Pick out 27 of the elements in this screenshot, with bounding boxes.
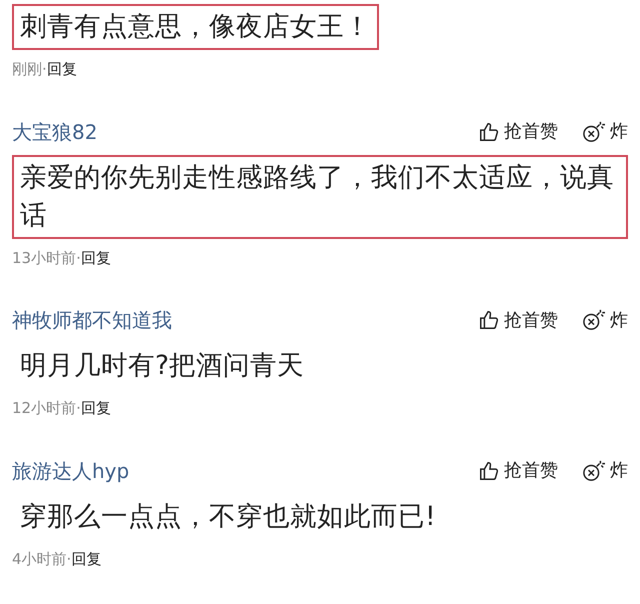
thumbs-up-icon	[478, 309, 500, 331]
thumbs-up-icon	[478, 120, 500, 142]
bomb-icon	[582, 460, 606, 482]
comment-time: 13小时前·	[12, 248, 81, 268]
bomb-icon	[582, 309, 606, 331]
like-button[interactable]: 抢首赞	[478, 457, 558, 484]
reply-link[interactable]: 回复	[80, 246, 111, 269]
thumbs-up-icon	[478, 460, 500, 482]
like-button[interactable]: 抢首赞	[478, 118, 558, 145]
bomb-button[interactable]: 炸	[582, 306, 628, 334]
comment-text: 刺青有点意思，像夜店女王！	[12, 4, 379, 50]
comment-text: 亲爱的你先别走性感路线了，我们不太适应，说真话	[12, 154, 628, 238]
comment-time: 刚刚·	[12, 59, 47, 80]
username[interactable]: 旅游达人hyp	[12, 456, 130, 486]
username[interactable]: 神牧师都不知道我	[12, 305, 172, 335]
like-button[interactable]: 抢首赞	[478, 306, 558, 334]
reply-link[interactable]: 回复	[46, 58, 77, 80]
reply-link[interactable]: 回复	[71, 548, 102, 570]
bomb-icon	[582, 120, 606, 142]
bomb-button[interactable]: 炸	[582, 118, 628, 145]
comment-time: 12小时前·	[12, 398, 81, 419]
bomb-button[interactable]: 炸	[582, 457, 628, 484]
comment-text: 穿那么一点点，不穿也就如此而已!	[19, 500, 437, 534]
username[interactable]: 大宝狼82	[12, 116, 98, 146]
comment-time: 4小时前·	[12, 548, 72, 570]
reply-link[interactable]: 回复	[80, 397, 111, 420]
comment-text: 明月几时有?把酒问青天	[19, 349, 306, 383]
